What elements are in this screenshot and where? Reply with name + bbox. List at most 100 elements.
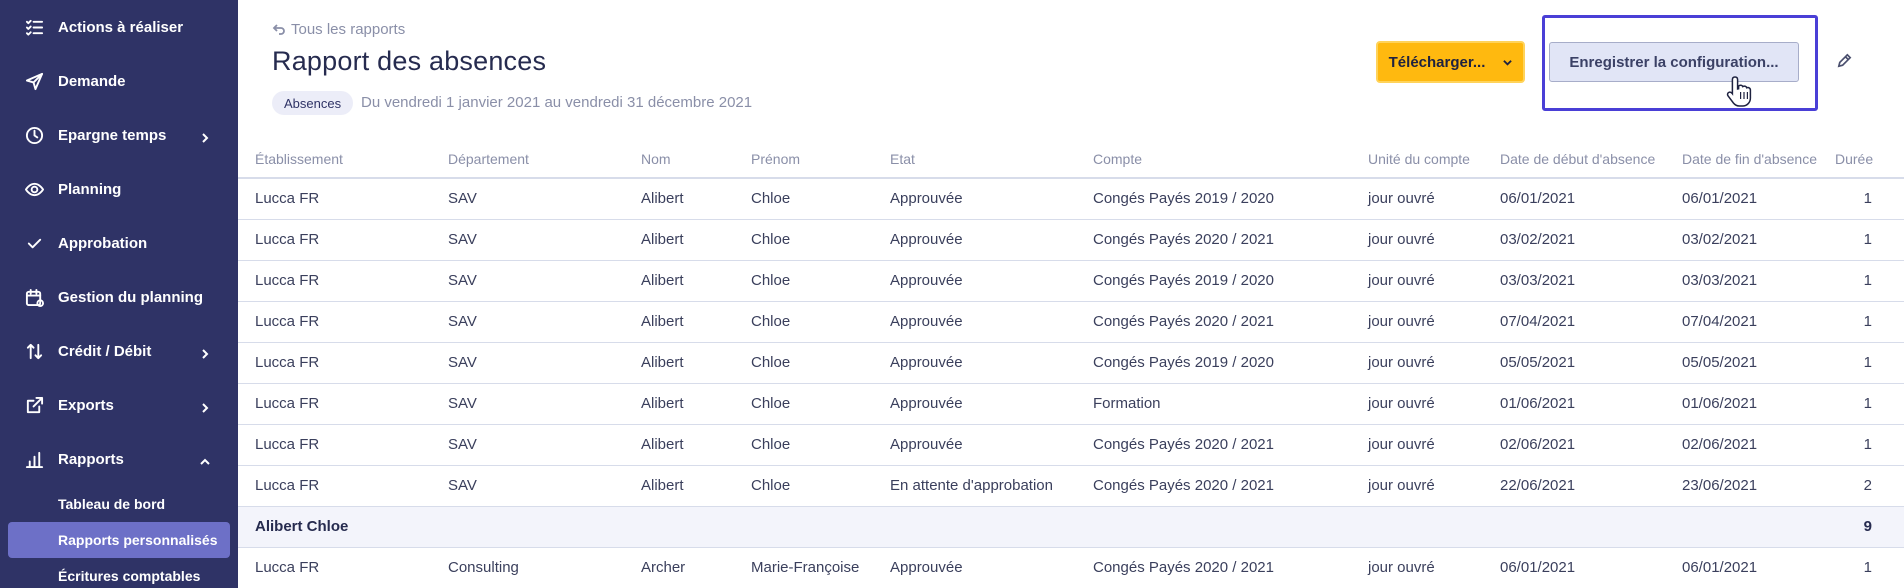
table-header-row: Établissement Département Nom Prénom Eta… — [238, 140, 1904, 179]
cell-compte: Congés Payés 2019 / 2020 — [1076, 260, 1351, 302]
sidebar-item-label: Planning — [58, 180, 122, 198]
sidebar-item-approbation[interactable]: Approbation — [0, 216, 238, 270]
cell-nom: Alibert — [624, 465, 734, 507]
column-header-unite[interactable]: Unité du compte — [1351, 140, 1483, 179]
report-table: Établissement Département Nom Prénom Eta… — [238, 140, 1904, 588]
cell-compte: Congés Payés 2020 / 2021 — [1076, 301, 1351, 343]
cell-duree: 1 — [1835, 383, 1904, 425]
table-row: Lucca FR SAV Alibert Chloe Approuvée Congés P… — [238, 178, 1904, 220]
cell-etablissement: Lucca FR — [238, 547, 431, 588]
cell-unite: jour ouvré — [1351, 342, 1483, 384]
sidebar-item-label: Approbation — [58, 234, 148, 252]
back-link-label: Tous les rapports — [291, 21, 406, 38]
column-header-duree[interactable]: Durée — [1835, 140, 1904, 179]
column-header-compte[interactable]: Compte — [1076, 140, 1351, 179]
cell-etat: En attente d'approbation — [873, 465, 1076, 507]
cell-prenom: Chloe — [734, 342, 873, 384]
sidebar-item-demande[interactable]: Demande — [0, 54, 238, 108]
cell-compte: Formation — [1076, 383, 1351, 425]
save-configuration-button[interactable]: Enregistrer la configuration... — [1549, 42, 1799, 82]
chevron-up-icon — [200, 454, 210, 465]
cell-duree: 1 — [1835, 178, 1904, 220]
cell-departement: SAV — [431, 383, 624, 425]
cell-date-fin: 03/02/2021 — [1665, 219, 1835, 261]
table-body: Lucca FR SAV Alibert Chloe Approuvée Congés P… — [238, 178, 1904, 588]
page-title: Rapport des absences — [272, 46, 547, 76]
cell-departement: SAV — [431, 219, 624, 261]
cell-unite: jour ouvré — [1351, 465, 1483, 507]
cell-nom: Alibert — [624, 301, 734, 343]
cell-date-debut: 05/05/2021 — [1483, 342, 1665, 384]
cell-duree: 2 — [1835, 465, 1904, 507]
cell-prenom: Chloe — [734, 178, 873, 220]
table-row: Lucca FR SAV Alibert Chloe Approuvée Congés P… — [238, 424, 1904, 466]
cell-unite: jour ouvré — [1351, 383, 1483, 425]
cell-date-fin: 02/06/2021 — [1665, 424, 1835, 466]
cell-prenom: Chloe — [734, 260, 873, 302]
cell-duree: 1 — [1835, 424, 1904, 466]
table-row: Lucca FR SAV Alibert Chloe Approuvée Formatio… — [238, 383, 1904, 425]
sidebar-item-planning[interactable]: Planning — [0, 162, 238, 216]
column-header-date-fin[interactable]: Date de fin d'absence — [1665, 140, 1835, 179]
cell-compte: Congés Payés 2020 / 2021 — [1076, 547, 1351, 588]
sidebar-subitem-tableau-de-bord[interactable]: Tableau de bord — [8, 486, 230, 522]
group-total-label: Alibert Chloe — [238, 506, 1835, 548]
hand-cursor-icon — [1726, 76, 1752, 107]
column-header-date-debut[interactable]: Date de début d'absence — [1483, 140, 1665, 179]
report-type-tag: Absences — [272, 91, 354, 115]
cell-nom: Archer — [624, 547, 734, 588]
calendar-icon — [24, 287, 44, 307]
cell-unite: jour ouvré — [1351, 301, 1483, 343]
table-row: Lucca FR SAV Alibert Chloe Approuvée Congés P… — [238, 301, 1904, 343]
sidebar-item-epargne-temps[interactable]: Epargne temps — [0, 108, 238, 162]
cell-compte: Congés Payés 2020 / 2021 — [1076, 465, 1351, 507]
cell-departement: SAV — [431, 301, 624, 343]
cell-duree: 1 — [1835, 301, 1904, 343]
sidebar-item-label: Demande — [58, 72, 126, 90]
cell-date-fin: 03/03/2021 — [1665, 260, 1835, 302]
sidebar-subitem-rapports-personnalises[interactable]: Rapports personnalisés — [8, 522, 230, 558]
cell-date-debut: 03/03/2021 — [1483, 260, 1665, 302]
cell-compte: Congés Payés 2019 / 2020 — [1076, 178, 1351, 220]
back-arrow-icon — [272, 23, 285, 35]
sidebar-item-label: Gestion du planning — [58, 288, 203, 306]
cell-nom: Alibert — [624, 383, 734, 425]
cell-etablissement: Lucca FR — [238, 219, 431, 261]
report-period: Du vendredi 1 janvier 2021 au vendredi 3… — [361, 94, 753, 111]
chevron-right-icon — [200, 346, 210, 359]
sidebar-item-actions[interactable]: Actions à réaliser — [0, 0, 238, 54]
column-header-nom[interactable]: Nom — [624, 140, 734, 179]
sidebar-item-gestion-planning[interactable]: Gestion du planning — [0, 270, 238, 324]
sidebar-item-credit-debit[interactable]: Crédit / Débit — [0, 324, 238, 378]
clock-icon — [24, 125, 44, 145]
cell-unite: jour ouvré — [1351, 219, 1483, 261]
table-row: Lucca FR SAV Alibert Chloe Approuvée Congés P… — [238, 219, 1904, 261]
column-header-etablissement[interactable]: Établissement — [238, 140, 431, 179]
sidebar-item-exports[interactable]: Exports — [0, 378, 238, 432]
cell-unite: jour ouvré — [1351, 178, 1483, 220]
cell-etablissement: Lucca FR — [238, 424, 431, 466]
app-window: Actions à réaliser Demande Epargne temps… — [0, 0, 1904, 588]
checklist-icon — [24, 17, 44, 37]
edit-report-button[interactable] — [1836, 52, 1856, 72]
download-button[interactable]: Télécharger... — [1376, 41, 1525, 83]
cell-duree: 1 — [1835, 547, 1904, 588]
download-button-label: Télécharger... — [1388, 53, 1486, 71]
sidebar-subitem-ecritures-comptables[interactable]: Écritures comptables — [8, 558, 230, 588]
sidebar-item-label: Exports — [58, 396, 114, 414]
column-header-etat[interactable]: Etat — [873, 140, 1076, 179]
cell-date-debut: 22/06/2021 — [1483, 465, 1665, 507]
cell-etablissement: Lucca FR — [238, 465, 431, 507]
cell-departement: Consulting — [431, 547, 624, 588]
cell-prenom: Chloe — [734, 301, 873, 343]
cell-date-debut: 02/06/2021 — [1483, 424, 1665, 466]
cell-etat: Approuvée — [873, 383, 1076, 425]
column-header-prenom[interactable]: Prénom — [734, 140, 873, 179]
sidebar: Actions à réaliser Demande Epargne temps… — [0, 0, 238, 588]
cell-date-fin: 06/01/2021 — [1665, 178, 1835, 220]
cell-duree: 1 — [1835, 219, 1904, 261]
column-header-departement[interactable]: Département — [431, 140, 624, 179]
back-link[interactable]: Tous les rapports — [272, 21, 405, 38]
cell-etablissement: Lucca FR — [238, 260, 431, 302]
sidebar-item-rapports[interactable]: Rapports — [0, 432, 238, 486]
